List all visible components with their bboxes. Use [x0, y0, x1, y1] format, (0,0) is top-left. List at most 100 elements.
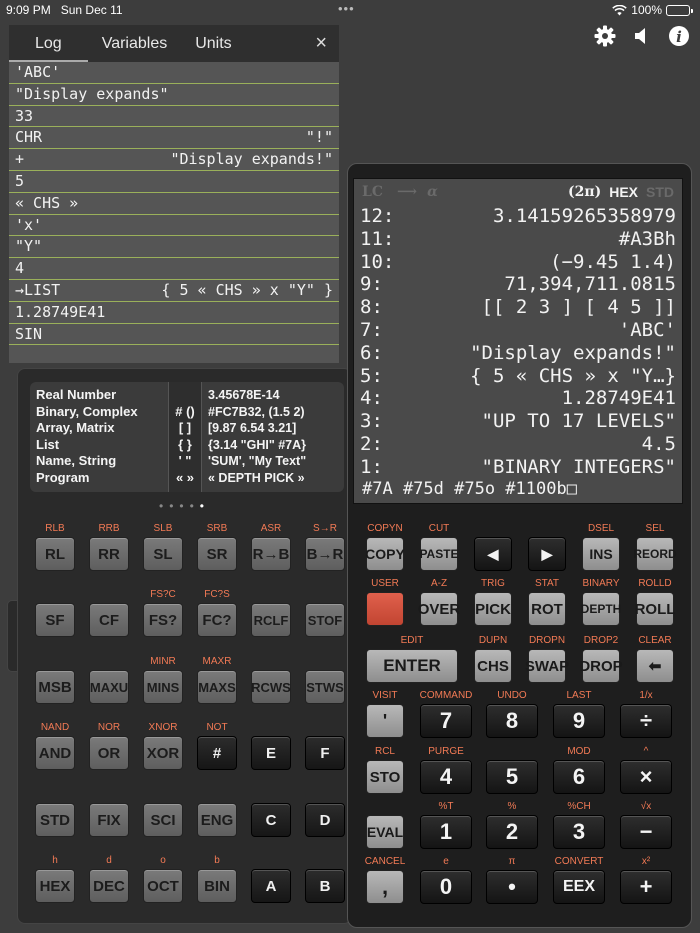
key-oct[interactable]: OCT [143, 869, 183, 903]
log-entry[interactable]: "Display expands" [9, 84, 339, 106]
page-dot[interactable]: • [200, 499, 210, 513]
key-[interactable]: + [620, 870, 672, 904]
key-br[interactable]: B→R [305, 537, 345, 571]
log-entry[interactable]: SIN [9, 324, 339, 346]
key-3[interactable]: 3 [553, 815, 605, 849]
key-[interactable]: ÷ [620, 704, 672, 738]
log-entry[interactable]: CHR "!" [9, 127, 339, 150]
key-sf[interactable]: SF [35, 603, 75, 637]
key-fix[interactable]: FIX [89, 803, 129, 837]
log-entry[interactable]: 'x' [9, 215, 339, 237]
key-f[interactable]: F [305, 736, 345, 770]
key-rot[interactable]: ROT [528, 592, 566, 626]
key-[interactable]: − [620, 815, 672, 849]
key-[interactable]: , [366, 870, 404, 904]
key-1[interactable]: 1 [420, 815, 472, 849]
key-sr[interactable]: SR [197, 537, 237, 571]
key-user-shift[interactable] [366, 592, 404, 626]
key-pick[interactable]: PICK [474, 592, 512, 626]
key-std[interactable]: STD [35, 803, 75, 837]
key-6[interactable]: 6 [553, 760, 605, 794]
key-rcws[interactable]: RCWS [251, 670, 291, 704]
page-dot[interactable]: • [169, 499, 179, 513]
key-[interactable]: ◀ [474, 537, 512, 571]
key-stws[interactable]: STWS [305, 670, 345, 704]
log-entry[interactable]: « CHS » [9, 193, 339, 215]
key-depth[interactable]: DEPTH [581, 592, 621, 626]
key-sci[interactable]: SCI [143, 803, 183, 837]
key-rl[interactable]: RL [35, 537, 75, 571]
key-stof[interactable]: STOF [305, 603, 345, 637]
key-sto[interactable]: STO [366, 760, 404, 794]
key-fs[interactable]: FS? [143, 603, 183, 637]
key-drop[interactable]: DROP [579, 649, 623, 683]
info-icon[interactable]: i [668, 25, 690, 47]
page-dot[interactable]: • [179, 499, 189, 513]
key-c[interactable]: C [251, 803, 291, 837]
gear-icon[interactable] [594, 25, 616, 47]
key-[interactable]: # [197, 736, 237, 770]
key-rclf[interactable]: RCLF [251, 603, 291, 637]
key-mins[interactable]: MINS [143, 670, 183, 704]
key-hex[interactable]: HEX [35, 869, 75, 903]
key-7[interactable]: 7 [420, 704, 472, 738]
log-list[interactable]: 'ABC' "Display expands" 33 CHR "!" + "Display … [9, 62, 339, 346]
tab-variables[interactable]: Variables [88, 25, 182, 62]
key-rb[interactable]: R→B [251, 537, 291, 571]
key-9[interactable]: 9 [553, 704, 605, 738]
log-entry[interactable]: "Y" [9, 236, 339, 259]
key-0[interactable]: 0 [420, 870, 472, 904]
key-e[interactable]: E [251, 736, 291, 770]
key-eex[interactable]: EEX [553, 870, 605, 904]
speaker-icon[interactable] [632, 26, 652, 46]
log-entry[interactable]: →LIST { 5 « CHS » x "Y" } [9, 280, 339, 302]
log-entry[interactable]: + "Display expands!" [9, 149, 339, 171]
key-maxs[interactable]: MAXS [197, 670, 237, 704]
key-and[interactable]: AND [35, 736, 75, 770]
page-dot[interactable]: • [190, 499, 200, 513]
key-copy[interactable]: COPY [365, 537, 405, 571]
log-entry[interactable]: 4 [9, 258, 339, 280]
close-icon[interactable]: × [315, 32, 327, 55]
key-or[interactable]: OR [89, 736, 129, 770]
key-sl[interactable]: SL [143, 537, 183, 571]
key-eval[interactable]: EVAL [366, 815, 404, 849]
key-[interactable]: • [486, 870, 538, 904]
key-[interactable]: ⬅ [636, 649, 674, 683]
key-roll[interactable]: ROLL [635, 592, 675, 626]
key-paste[interactable]: PASTE [419, 537, 459, 571]
multitask-dots[interactable]: ••• [338, 1, 355, 16]
key-xor[interactable]: XOR [143, 736, 183, 770]
key-dec[interactable]: DEC [89, 869, 129, 903]
key-msb[interactable]: MSB [35, 670, 75, 704]
key-swap[interactable]: SWAP [525, 649, 569, 683]
key-4[interactable]: 4 [420, 760, 472, 794]
key-2[interactable]: 2 [486, 815, 538, 849]
tab-log[interactable]: Log [9, 25, 88, 62]
key-bin[interactable]: BIN [197, 869, 237, 903]
page-indicator[interactable]: ••••• [18, 499, 351, 513]
key-[interactable]: × [620, 760, 672, 794]
log-entry[interactable]: 'ABC' [9, 62, 339, 84]
key-ins[interactable]: INS [582, 537, 620, 571]
log-entry[interactable]: 5 [9, 171, 339, 193]
key-5[interactable]: 5 [486, 760, 538, 794]
key-rr[interactable]: RR [89, 537, 129, 571]
key-a[interactable]: A [251, 869, 291, 903]
log-entry[interactable]: 33 [9, 106, 339, 128]
key-cf[interactable]: CF [89, 603, 129, 637]
log-entry[interactable]: 1.28749E41 [9, 302, 339, 324]
key-[interactable]: ' [366, 704, 404, 738]
page-dot[interactable]: • [159, 499, 169, 513]
tab-units[interactable]: Units [181, 25, 245, 62]
softkey-menu[interactable]: #7A #75d #75o #1100b□ [354, 479, 682, 499]
key-8[interactable]: 8 [486, 704, 538, 738]
key-b[interactable]: B [305, 869, 345, 903]
key-d[interactable]: D [305, 803, 345, 837]
key-[interactable]: ▶ [528, 537, 566, 571]
key-chs[interactable]: CHS [474, 649, 512, 683]
key-fc[interactable]: FC? [197, 603, 237, 637]
key-enter[interactable]: ENTER [366, 649, 458, 683]
key-over[interactable]: OVER [418, 592, 460, 626]
key-maxu[interactable]: MAXU [89, 670, 129, 704]
